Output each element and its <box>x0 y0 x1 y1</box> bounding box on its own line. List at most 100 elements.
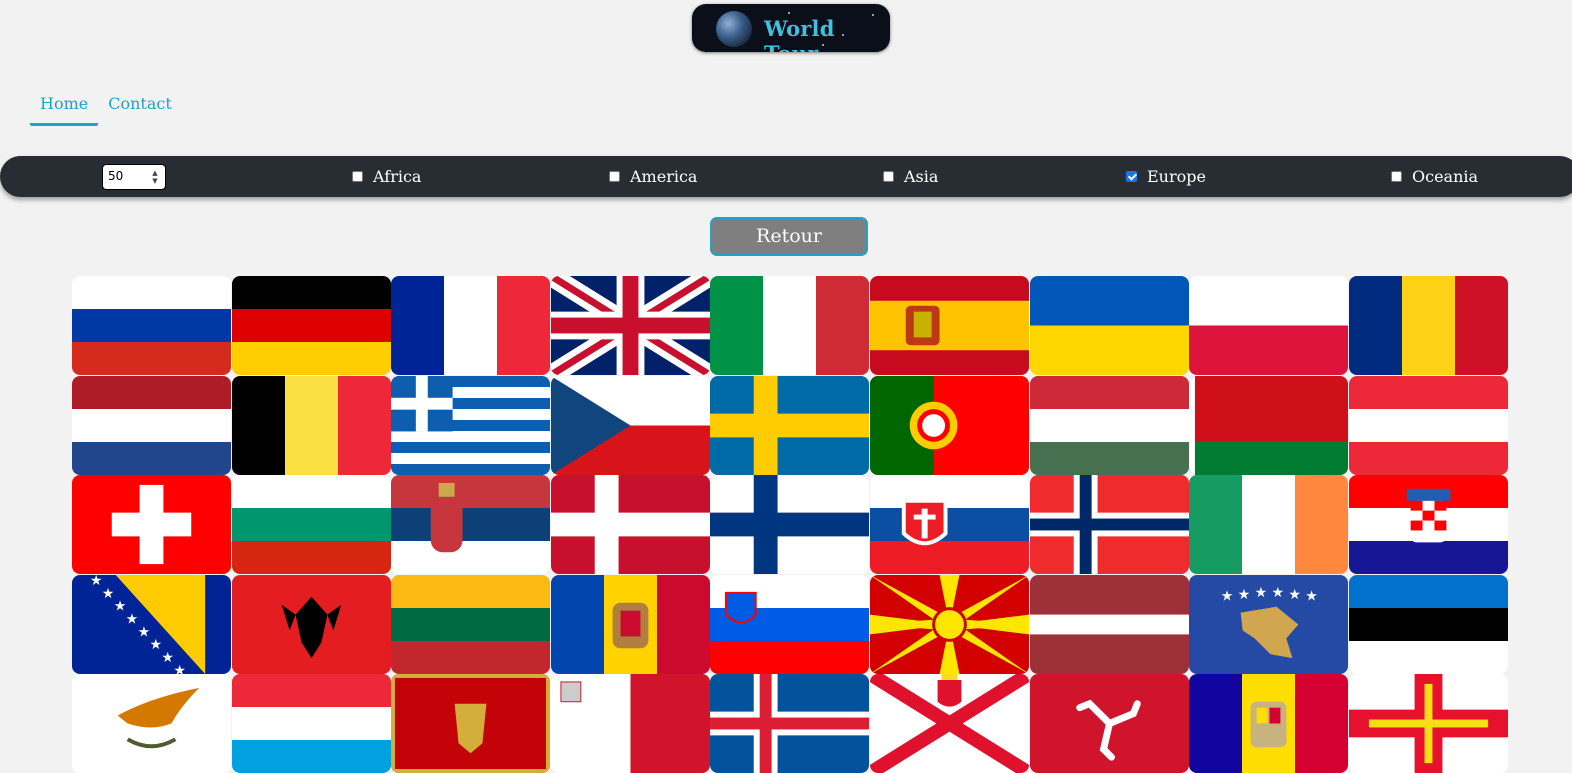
belgium-flag-icon <box>232 376 391 475</box>
svg-text:★: ★ <box>161 650 173 666</box>
belarus-flag-icon <box>1189 376 1348 475</box>
svg-text:★: ★ <box>1271 585 1283 601</box>
flag-bosnia-herzegovina[interactable]: ★ ★ ★ ★ ★ ★ ★ ★ <box>72 575 231 674</box>
flag-germany[interactable] <box>232 276 391 375</box>
retour-button[interactable]: Retour <box>710 217 868 256</box>
flag-croatia[interactable] <box>1349 475 1508 574</box>
lithuania-flag-icon <box>391 575 550 674</box>
albania-flag-icon <box>232 575 391 674</box>
czechia-flag-icon <box>551 376 710 475</box>
flag-serbia[interactable] <box>391 475 550 574</box>
africa-checkbox[interactable] <box>352 171 363 182</box>
flag-russia[interactable] <box>72 276 231 375</box>
jersey-flag-icon <box>870 674 1029 773</box>
filter-europe[interactable]: Europe <box>1126 167 1206 186</box>
flag-netherlands[interactable] <box>72 376 231 475</box>
logo-text: World Tour <box>764 16 835 52</box>
nav-contact-link[interactable]: Contact <box>98 94 182 126</box>
svg-text:★: ★ <box>102 586 114 602</box>
isle-of-man-flag-icon <box>1030 674 1189 773</box>
flag-norway[interactable] <box>1030 475 1189 574</box>
serbia-flag-icon <box>391 475 550 574</box>
flag-spain[interactable] <box>870 276 1029 375</box>
filter-asia[interactable]: Asia <box>883 167 938 186</box>
nav-home-link[interactable]: Home <box>30 94 99 126</box>
flag-sweden[interactable] <box>710 376 869 475</box>
flag-count-value: 50 <box>108 169 124 183</box>
cyprus-flag-icon <box>72 674 231 773</box>
filter-america[interactable]: America <box>609 167 697 186</box>
europe-checkbox[interactable] <box>1126 171 1137 182</box>
flag-portugal[interactable] <box>870 376 1029 475</box>
svg-text:★: ★ <box>1255 585 1267 601</box>
flag-estonia[interactable] <box>1349 575 1508 674</box>
flag-italy[interactable] <box>710 276 869 375</box>
filter-africa[interactable]: Africa <box>352 167 421 186</box>
flag-united-kingdom[interactable] <box>551 276 710 375</box>
flag-poland[interactable] <box>1189 276 1348 375</box>
flag-switzerland[interactable] <box>72 475 231 574</box>
asia-label: Asia <box>904 167 939 186</box>
flag-greece[interactable] <box>391 376 550 475</box>
oceania-label: Oceania <box>1412 167 1479 186</box>
flag-czechia[interactable] <box>551 376 710 475</box>
flag-lithuania[interactable] <box>391 575 550 674</box>
flag-austria[interactable] <box>1349 376 1508 475</box>
netherlands-flag-icon <box>72 376 231 475</box>
flag-finland[interactable] <box>710 475 869 574</box>
flag-iceland[interactable] <box>710 674 869 773</box>
flag-france[interactable] <box>391 276 550 375</box>
world-tour-logo[interactable]: World Tour <box>692 4 890 52</box>
flag-slovenia[interactable] <box>710 575 869 674</box>
switzerland-flag-icon <box>72 475 231 574</box>
iceland-flag-icon <box>710 674 869 773</box>
america-checkbox[interactable] <box>609 171 620 182</box>
flag-ukraine[interactable] <box>1030 276 1189 375</box>
flag-isle-of-man[interactable] <box>1030 674 1189 773</box>
flag-ireland[interactable] <box>1189 475 1348 574</box>
flag-montenegro[interactable] <box>391 674 550 773</box>
svg-text:★: ★ <box>1221 589 1233 605</box>
greece-flag-icon <box>391 376 550 475</box>
svg-text:★: ★ <box>1238 587 1250 603</box>
flag-latvia[interactable] <box>1030 575 1189 674</box>
ireland-flag-icon <box>1189 475 1348 574</box>
kosovo-flag-icon: ★ ★ ★ ★ ★ ★ <box>1189 575 1348 674</box>
portugal-flag-icon <box>870 376 1029 475</box>
flag-denmark[interactable] <box>551 475 710 574</box>
flag-romania[interactable] <box>1349 276 1508 375</box>
montenegro-flag-icon <box>391 674 550 773</box>
flag-moldova[interactable] <box>551 575 710 674</box>
flag-belgium[interactable] <box>232 376 391 475</box>
svg-text:★: ★ <box>138 624 150 640</box>
latvia-flag-icon <box>1030 575 1189 674</box>
flag-slovakia[interactable] <box>870 475 1029 574</box>
norway-flag-icon <box>1030 475 1189 574</box>
malta-flag-icon <box>551 674 710 773</box>
italy-flag-icon <box>710 276 869 375</box>
russia-flag-icon <box>72 276 231 375</box>
flag-guernsey[interactable] <box>1349 674 1508 773</box>
spain-flag-icon <box>870 276 1029 375</box>
flag-albania[interactable] <box>232 575 391 674</box>
hungary-flag-icon <box>1030 376 1189 475</box>
oceania-checkbox[interactable] <box>1391 171 1402 182</box>
slovenia-flag-icon <box>710 575 869 674</box>
stepper-arrows-icon[interactable]: ▲ ▼ <box>150 169 160 185</box>
flag-north-macedonia[interactable] <box>870 575 1029 674</box>
flag-bulgaria[interactable] <box>232 475 391 574</box>
flag-jersey[interactable] <box>870 674 1029 773</box>
flag-belarus[interactable] <box>1189 376 1348 475</box>
flag-malta[interactable] <box>551 674 710 773</box>
flag-luxembourg[interactable] <box>232 674 391 773</box>
ukraine-flag-icon <box>1030 276 1189 375</box>
flag-hungary[interactable] <box>1030 376 1189 475</box>
flag-kosovo[interactable]: ★ ★ ★ ★ ★ ★ <box>1189 575 1348 674</box>
flag-cyprus[interactable] <box>72 674 231 773</box>
svg-text:★: ★ <box>1288 587 1300 603</box>
flag-andorra[interactable] <box>1189 674 1348 773</box>
flag-count-input[interactable]: 50 ▲ ▼ <box>102 164 166 190</box>
filter-oceania[interactable]: Oceania <box>1391 167 1478 186</box>
svg-text:★: ★ <box>90 575 102 589</box>
asia-checkbox[interactable] <box>883 171 894 182</box>
